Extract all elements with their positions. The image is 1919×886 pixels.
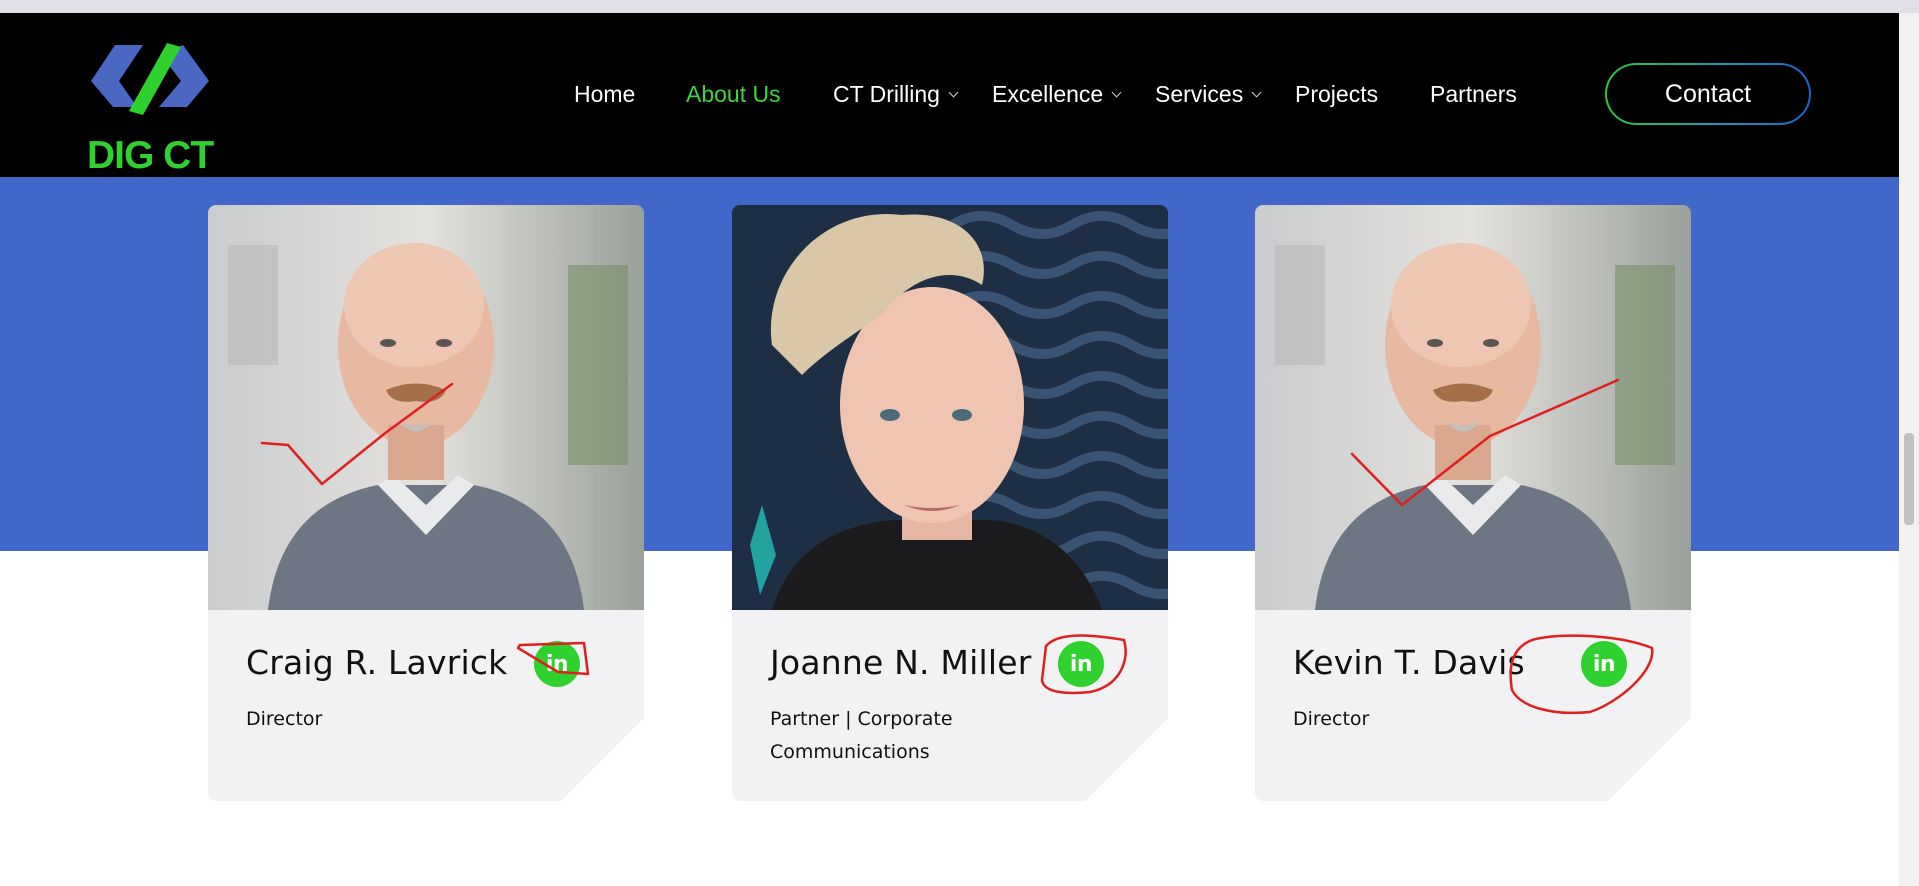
linkedin-label: in xyxy=(1069,652,1093,677)
team-member-name: Craig R. Lavrick xyxy=(246,643,508,682)
contact-button-label: Contact xyxy=(1607,65,1809,123)
linkedin-icon[interactable]: in xyxy=(1058,641,1104,687)
linkedin-label: in xyxy=(1592,652,1616,677)
chevron-down-icon xyxy=(948,87,959,97)
team-card: Craig R. Lavrick Director in xyxy=(208,205,644,801)
contact-button[interactable]: Contact xyxy=(1605,63,1811,125)
team-photo xyxy=(208,205,644,610)
nav-about-us[interactable]: About Us xyxy=(686,79,781,109)
nav-projects[interactable]: Projects xyxy=(1295,79,1378,109)
nav-services-label: Services xyxy=(1155,81,1244,107)
linkedin-icon[interactable]: in xyxy=(534,641,580,687)
nav-excellence[interactable]: Excellence xyxy=(992,79,1122,109)
chevron-down-icon xyxy=(1111,87,1122,97)
scrollbar-thumb[interactable] xyxy=(1904,433,1914,525)
linkedin-icon[interactable]: in xyxy=(1581,641,1627,687)
nav-partners[interactable]: Partners xyxy=(1430,79,1517,109)
team-photo xyxy=(732,205,1168,610)
nav-partners-label: Partners xyxy=(1430,81,1517,107)
team-card: Joanne N. Miller Partner | Corporate Com… xyxy=(732,205,1168,801)
team-member-name: Kevin T. Davis xyxy=(1293,643,1525,682)
browser-top-strip xyxy=(0,0,1919,13)
chevron-down-icon xyxy=(1251,87,1262,97)
site-header: DIG CT Home About Us CT Drilling Excelle… xyxy=(0,13,1899,177)
team-card: Kevin T. Davis Director in xyxy=(1255,205,1691,801)
nav-about-us-label: About Us xyxy=(686,81,781,107)
team-member-name: Joanne N. Miller xyxy=(770,643,1032,682)
linkedin-label: in xyxy=(545,652,569,677)
nav-ct-drilling[interactable]: CT Drilling xyxy=(833,79,959,109)
team-member-role: Partner | Corporate Communications xyxy=(770,708,953,763)
nav-excellence-label: Excellence xyxy=(992,81,1104,107)
team-member-role: Director xyxy=(1293,708,1370,730)
team-member-role: Director xyxy=(246,708,323,730)
nav-ct-drilling-label: CT Drilling xyxy=(833,81,940,107)
nav-home[interactable]: Home xyxy=(574,79,635,109)
nav-projects-label: Projects xyxy=(1295,81,1379,107)
nav-home-label: Home xyxy=(574,81,636,107)
team-photo xyxy=(1255,205,1691,610)
nav-services[interactable]: Services xyxy=(1155,79,1262,109)
